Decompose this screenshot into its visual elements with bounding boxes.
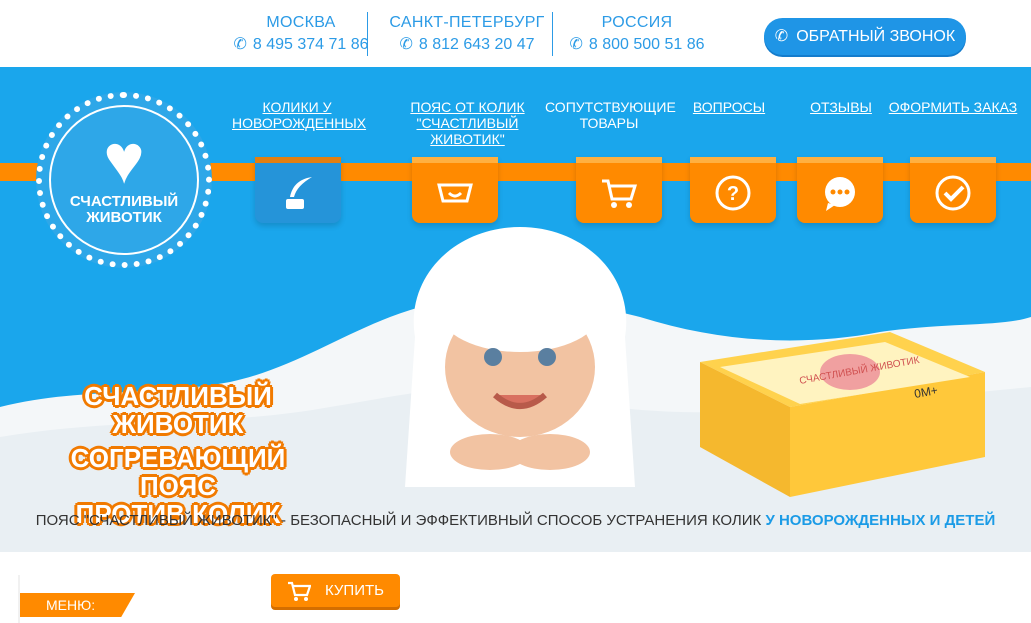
nav-label[interactable]: ПОЯС ОТ КОЛИК "СЧАСТЛИВЫЙ ЖИВОТИК": [410, 99, 524, 147]
contact-bar: МОСКВА ✆ 8 495 374 71 86 САНКТ-ПЕТЕРБУРГ …: [0, 0, 1031, 67]
nav-item-belt[interactable]: ПОЯС ОТ КОЛИК "СЧАСТЛИВЫЙ ЖИВОТИК": [390, 99, 545, 147]
slogan-line: СЧАСТЛИВЫЙ: [84, 381, 272, 411]
phone-number[interactable]: ✆ 8 495 374 71 86: [216, 34, 386, 54]
product-box-image: СЧАСТЛИВЫЙ ЖИВОТИК 0М+: [700, 332, 985, 497]
phone-text: 8 812 643 20 47: [418, 36, 535, 53]
phone-number[interactable]: ✆ 8 812 643 20 47: [382, 34, 552, 54]
heart-baby-icon: ♥: [103, 120, 145, 198]
tagline-highlight: У НОВОРОЖДЕННЫХ И ДЕТЕЙ: [765, 512, 996, 529]
contact-moscow: МОСКВА ✆ 8 495 374 71 86: [216, 14, 386, 54]
tab-order[interactable]: [910, 157, 996, 223]
callback-button[interactable]: ✆ ОБРАТНЫЙ ЗВОНОК: [764, 18, 966, 55]
city-name: САНКТ-ПЕТЕРБУРГ: [389, 14, 545, 31]
hero-banner: ♥ СЧАСТЛИВЫЙ ЖИВОТИК КОЛИКИ У НОВОРОЖДЕН…: [0, 67, 1031, 552]
tab-products[interactable]: [576, 157, 662, 223]
tab-belt[interactable]: [412, 157, 498, 223]
nav-label[interactable]: ОФОРМИТЬ ЗАКАЗ: [889, 99, 1018, 115]
chat-icon: [825, 177, 855, 211]
contact-russia: РОССИЯ ✆ 8 800 500 51 86: [552, 14, 722, 54]
tab-colics[interactable]: [255, 157, 341, 223]
phone-number[interactable]: ✆ 8 800 500 51 86: [552, 34, 722, 54]
nav-label[interactable]: ВОПРОСЫ: [693, 99, 765, 115]
check-icon: [935, 175, 971, 211]
nav-item-order[interactable]: ОФОРМИТЬ ЗАКАЗ: [888, 99, 1018, 115]
divider: [367, 12, 368, 56]
nav-label[interactable]: ОТЗЫВЫ: [810, 99, 872, 115]
svg-text:?: ?: [727, 183, 739, 205]
nav-item-reviews[interactable]: ОТЗЫВЫ: [776, 99, 906, 115]
nav-label[interactable]: СОПУТСТВУЮЩИЕ ТОВАРЫ: [545, 99, 676, 131]
city-name: РОССИЯ: [601, 14, 673, 31]
slogan-line: СОГРЕВАЮЩИЙ ПОЯС: [70, 443, 286, 501]
page: МОСКВА ✆ 8 495 374 71 86 САНКТ-ПЕТЕРБУРГ …: [0, 0, 1031, 623]
belt-icon: [437, 183, 473, 203]
phone-icon: ✆: [569, 36, 583, 53]
cart-icon: [602, 179, 638, 208]
phone-text: 8 800 500 51 86: [588, 36, 705, 53]
buy-label: КУПИТЬ: [325, 582, 385, 599]
brand-logo[interactable]: ♥ СЧАСТЛИВЫЙ ЖИВОТИК: [36, 92, 212, 268]
contact-spb: САНКТ-ПЕТЕРБУРГ ✆ 8 812 643 20 47: [382, 14, 552, 54]
baby-image: [405, 227, 635, 487]
nav-item-products[interactable]: СОПУТСТВУЮЩИЕ ТОВАРЫ: [545, 99, 676, 131]
callback-label: ОБРАТНЫЙ ЗВОНОК: [796, 28, 956, 45]
hero-slogan: СЧАСТЛИВЫЙ ЖИВОТИК СОГРЕВАЮЩИЙ ПОЯС ПРОТ…: [48, 382, 308, 528]
slogan-line: ЖИВОТИК: [112, 409, 244, 439]
menu-divider: [18, 575, 20, 623]
phone-icon: ✆: [233, 36, 247, 53]
tab-reviews[interactable]: [797, 157, 883, 223]
tagline-main: ПОЯС "СЧАСТЛИВЫЙ ЖИВОТИК" - БЕЗОПАСНЫЙ И…: [35, 512, 766, 529]
question-icon: ?: [715, 175, 751, 211]
menu-label: МЕНЮ:: [20, 593, 135, 617]
buy-button[interactable]: КУПИТЬ: [271, 574, 400, 607]
city-name: МОСКВА: [266, 14, 336, 31]
phone-icon: ✆: [399, 36, 413, 53]
cart-icon: [288, 581, 311, 601]
nav-label[interactable]: КОЛИКИ У НОВОРОЖДЕННЫХ: [232, 99, 366, 131]
feather-ink-icon: [286, 177, 312, 209]
nav-item-questions[interactable]: ВОПРОСЫ: [664, 99, 794, 115]
phone-ringing-icon: ✆: [774, 28, 789, 45]
logo-text: СЧАСТЛИВЫЙ ЖИВОТИК: [69, 193, 179, 226]
tab-questions[interactable]: ?: [690, 157, 776, 223]
hero-tagline: ПОЯС "СЧАСТЛИВЫЙ ЖИВОТИК" - БЕЗОПАСНЫЙ И…: [0, 512, 1031, 529]
logo-inner: ♥ СЧАСТЛИВЫЙ ЖИВОТИК: [49, 105, 199, 255]
nav-item-colics[interactable]: КОЛИКИ У НОВОРОЖДЕННЫХ: [232, 99, 366, 131]
phone-text: 8 495 374 71 86: [252, 36, 369, 53]
